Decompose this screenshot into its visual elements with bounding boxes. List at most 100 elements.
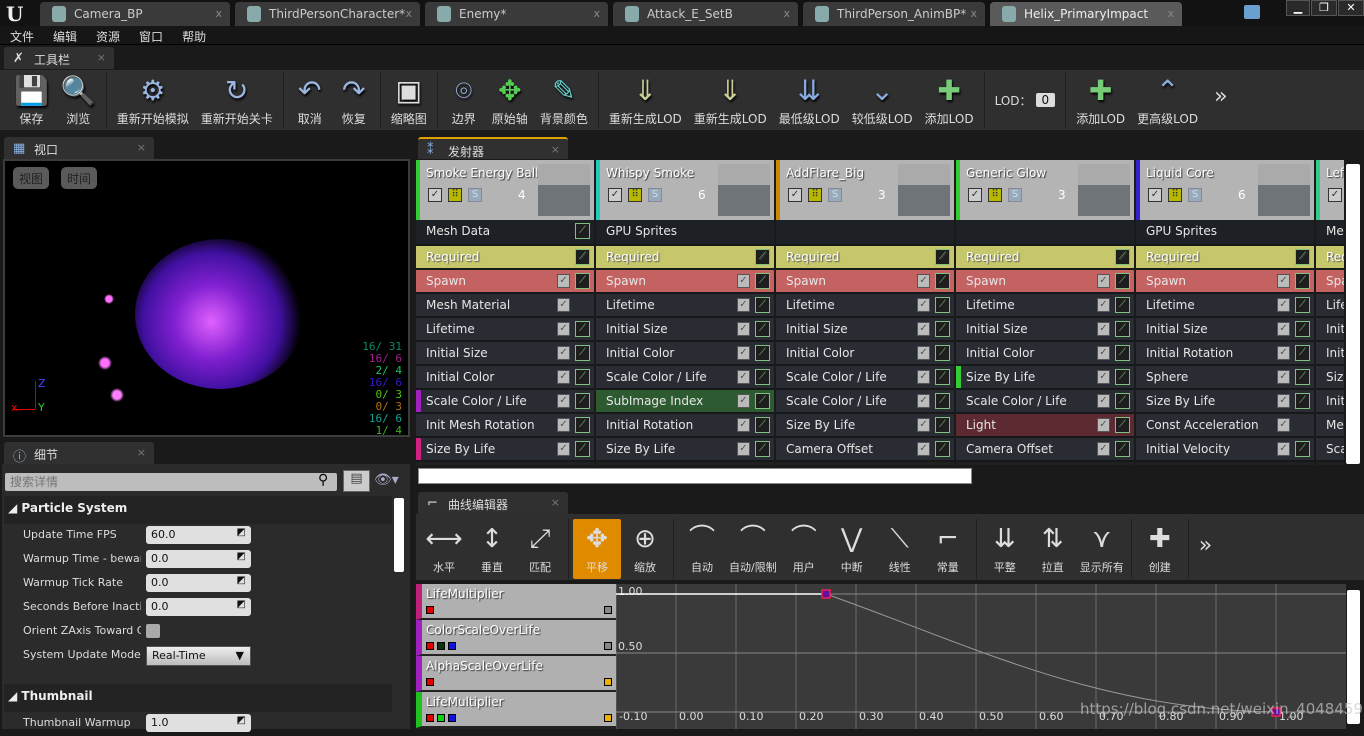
module-row[interactable]: GPU Sprites: [1136, 220, 1314, 246]
module-row[interactable]: Initial Velocity✓⟋: [1316, 390, 1344, 414]
add-lod-button[interactable]: ✚ 添加LOD: [919, 72, 980, 128]
section-thumbnail[interactable]: ◢ Thumbnail: [4, 684, 392, 712]
curve-track[interactable]: LifeMultiplier: [416, 584, 616, 620]
curve-toggle-icon[interactable]: ⟋: [755, 393, 770, 409]
emitter-solo-toggle[interactable]: ⠿: [1168, 188, 1182, 202]
close-window-button[interactable]: ✕: [1338, 0, 1364, 16]
module-row[interactable]: Scale Color / Life ✓ ⟋: [596, 366, 774, 390]
zoom-button[interactable]: ⊕ 缩放: [621, 519, 669, 579]
bounds-button[interactable]: ⌾ 边界: [442, 72, 486, 128]
module-enable-checkbox[interactable]: ✓: [557, 298, 570, 312]
minimize-button[interactable]: ▁: [1286, 0, 1310, 16]
curve-toggle-icon[interactable]: ⟋: [1295, 345, 1310, 361]
emitter-s-button[interactable]: S: [648, 188, 662, 202]
emitter-enable-checkbox[interactable]: ✓: [1328, 188, 1342, 202]
curve-toolbar-overflow-button[interactable]: »: [1199, 533, 1212, 580]
curve-toggle-icon[interactable]: ⟋: [935, 321, 950, 337]
document-tab[interactable]: Enemy* x: [425, 2, 608, 26]
module-enable-checkbox[interactable]: ✓: [1097, 442, 1110, 456]
time-menu-button[interactable]: 时间: [61, 167, 98, 189]
add-lod-up-button[interactable]: ✚ 添加LOD: [1070, 72, 1131, 128]
channel-toggle[interactable]: [437, 714, 445, 722]
module-enable-checkbox[interactable]: ✓: [917, 418, 930, 432]
module-enable-checkbox[interactable]: ✓: [1277, 274, 1290, 288]
module-row[interactable]: Initial Size✓⟋: [1316, 342, 1344, 366]
curve-toggle-icon[interactable]: ⟋: [755, 369, 770, 385]
tab-viewport[interactable]: ▦ 视口 ×: [4, 137, 154, 159]
module-row[interactable]: Initial Rotation ✓ ⟋: [596, 414, 774, 438]
curve-toggle-icon[interactable]: ⟋: [1115, 393, 1130, 409]
channel-toggle[interactable]: [437, 642, 445, 650]
module-enable-checkbox[interactable]: ✓: [917, 442, 930, 456]
curve-toggle-icon[interactable]: ⟋: [575, 393, 590, 409]
module-row[interactable]: Mesh Material ✓: [416, 294, 594, 318]
property-number-field[interactable]: 0.0 ◩: [146, 574, 251, 592]
module-enable-checkbox[interactable]: ✓: [1277, 298, 1290, 312]
section-particle-system[interactable]: ◢ Particle System: [4, 496, 392, 524]
emitter-enable-checkbox[interactable]: ✓: [1148, 188, 1162, 202]
higher-lod-button[interactable]: ⌃ 更高级LOD: [1131, 72, 1204, 128]
module-row[interactable]: Size By Life✓⟋: [1316, 366, 1344, 390]
close-tab-icon[interactable]: x: [593, 7, 600, 20]
module-row[interactable]: Required ⟋: [1136, 246, 1314, 270]
emitter-enable-checkbox[interactable]: ✓: [788, 188, 802, 202]
module-row[interactable]: Const Acceleration ✓: [1136, 414, 1314, 438]
module-row[interactable]: Spawn ✓ ⟋: [596, 270, 774, 294]
module-row[interactable]: [776, 220, 954, 246]
curve-toggle-icon[interactable]: ⟋: [1295, 249, 1310, 265]
channel-toggle[interactable]: [426, 714, 434, 722]
fit-vertical-button[interactable]: ↕ 垂直: [468, 519, 516, 579]
emitter-column[interactable]: Liquid Core ✓ ⠿ S 6 GPU Sprites Required ⟋ Spawn…: [1136, 160, 1316, 465]
user-tangent-button[interactable]: ⌒ 用户: [780, 519, 828, 579]
channel-toggle[interactable]: [426, 642, 434, 650]
redo-button[interactable]: ↷ 恢复: [332, 72, 376, 128]
module-enable-checkbox[interactable]: ✓: [1097, 298, 1110, 312]
module-row[interactable]: Size By Life✓⟋: [956, 366, 1134, 390]
module-row[interactable]: Initial Color ✓ ⟋: [956, 342, 1134, 366]
module-enable-checkbox[interactable]: ✓: [917, 298, 930, 312]
module-enable-checkbox[interactable]: ✓: [1097, 394, 1110, 408]
curve-toggle-icon[interactable]: ⟋: [935, 369, 950, 385]
module-row[interactable]: Initial Size✓⟋: [416, 342, 594, 366]
module-row[interactable]: Sphere ✓ ⟋: [1136, 366, 1314, 390]
track-end-swatch[interactable]: [604, 714, 612, 722]
module-row[interactable]: Lifetime✓⟋: [1316, 294, 1344, 318]
module-row[interactable]: Lifetime✓⟋: [956, 294, 1134, 318]
module-row[interactable]: Init Mesh Rotation ✓ ⟋: [416, 414, 594, 438]
fit-horizontal-button[interactable]: ⟷ 水平: [420, 519, 468, 579]
emitter-enable-checkbox[interactable]: ✓: [428, 188, 442, 202]
module-row[interactable]: [956, 220, 1134, 246]
auto-clamped-button[interactable]: ⌒ 自动/限制: [726, 519, 780, 579]
emitter-solo-toggle[interactable]: ⠿: [448, 188, 462, 202]
module-row[interactable]: Scale Color✓⟋: [1316, 438, 1344, 462]
restart-sim-gear-button[interactable]: ⚙ 重新开始模拟: [111, 72, 195, 128]
curve-toggle-icon[interactable]: ⟋: [755, 249, 770, 265]
close-tab-icon[interactable]: x: [215, 7, 222, 20]
module-row[interactable]: GPU Sprites: [596, 220, 774, 246]
tab-toolbar[interactable]: ✗ 工具栏 ×: [4, 47, 114, 69]
emitter-s-button[interactable]: S: [1008, 188, 1022, 202]
emitter-s-button[interactable]: S: [468, 188, 482, 202]
module-row[interactable]: Initial Size✓⟋: [1136, 318, 1314, 342]
document-tab[interactable]: ThirdPerson_AnimBP* x: [803, 2, 985, 26]
magnifier-button[interactable]: 🔍 浏览: [55, 72, 102, 128]
module-enable-checkbox[interactable]: ✓: [917, 370, 930, 384]
curve-toggle-icon[interactable]: ⟋: [755, 321, 770, 337]
close-icon[interactable]: ×: [137, 446, 146, 459]
document-tab[interactable]: Helix_PrimaryImpact x: [990, 2, 1182, 26]
curve-toggle-icon[interactable]: ⟋: [575, 345, 590, 361]
curve-toggle-icon[interactable]: ⟋: [1115, 441, 1130, 457]
module-enable-checkbox[interactable]: ✓: [1097, 322, 1110, 336]
curve-toggle-icon[interactable]: ⟋: [755, 297, 770, 313]
module-enable-checkbox[interactable]: ✓: [557, 274, 570, 288]
module-row[interactable]: Initial Color ✓ ⟋: [416, 366, 594, 390]
module-enable-checkbox[interactable]: ✓: [1277, 442, 1290, 456]
details-scrollbar[interactable]: [394, 498, 404, 572]
module-row[interactable]: Lifetime✓⟋: [776, 294, 954, 318]
module-row[interactable]: Required ⟋: [956, 246, 1134, 270]
lowest-lod-button[interactable]: ⇊ 最低级LOD: [773, 72, 846, 128]
curve-toggle-icon[interactable]: ⟋: [575, 223, 590, 239]
track-end-swatch[interactable]: [604, 678, 612, 686]
module-row[interactable]: Initial Velocity✓⟋: [1136, 438, 1314, 462]
property-dropdown[interactable]: Real-Time ▼: [146, 646, 251, 666]
